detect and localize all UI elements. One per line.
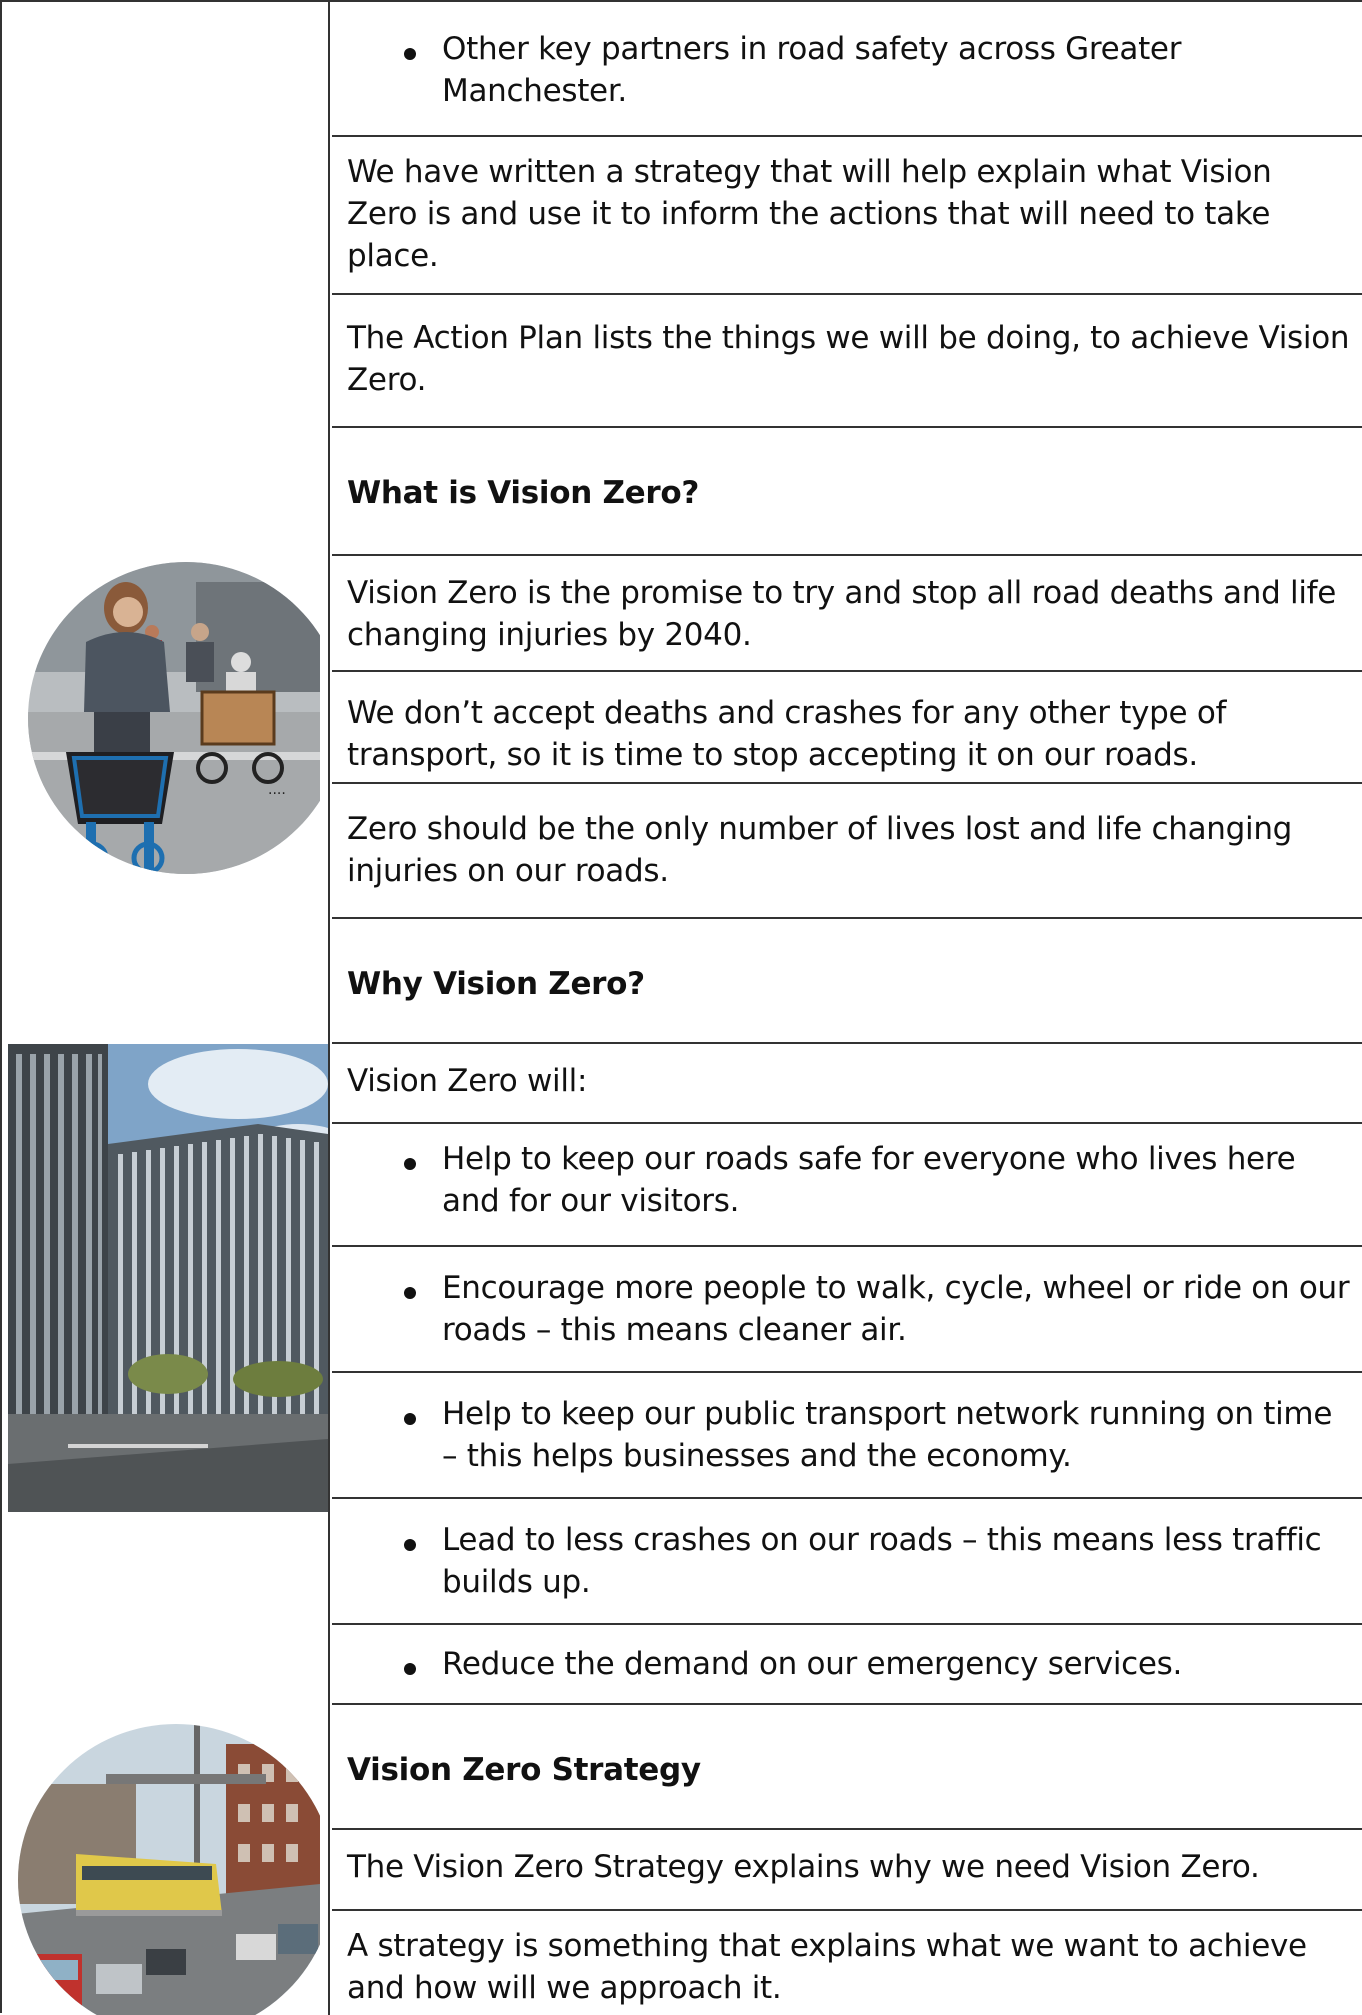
- section-heading: Vision Zero Strategy: [347, 1752, 701, 1788]
- section-heading-row: Vision Zero Strategy: [332, 1705, 1362, 1830]
- list-item: Help to keep our roads safe for everyone…: [332, 1124, 1362, 1247]
- row-text: Reduce the demand on our emergency servi…: [442, 1646, 1183, 1682]
- row-text: Help to keep our roads safe for everyone…: [442, 1141, 1296, 1219]
- image-column: ....: [2, 2, 330, 2015]
- row-text: We don’t accept deaths and crashes for a…: [347, 695, 1227, 773]
- list-item: Other key partners in road safety across…: [332, 2, 1362, 137]
- paragraph-row: Vision Zero is the promise to try and st…: [332, 556, 1362, 672]
- row-text: Help to keep our public transport networ…: [442, 1396, 1333, 1474]
- paragraph-row: We have written a strategy that will hel…: [332, 137, 1362, 295]
- row-text: Zero should be the only number of lives …: [347, 811, 1293, 889]
- tram-street-photo: [16, 1724, 320, 2015]
- row-text: We have written a strategy that will hel…: [347, 154, 1272, 274]
- paragraph-row: The Action Plan lists the things we will…: [332, 295, 1362, 428]
- row-text: Lead to less crashes on our roads – this…: [442, 1522, 1322, 1600]
- bullet-icon: [404, 1158, 416, 1170]
- row-text: Vision Zero is the promise to try and st…: [347, 575, 1337, 653]
- section-heading-row: What is Vision Zero?: [332, 428, 1362, 556]
- svg-text:....: ....: [268, 782, 286, 798]
- list-item: Lead to less crashes on our roads – this…: [332, 1499, 1362, 1625]
- list-item: Help to keep our public transport networ…: [332, 1373, 1362, 1499]
- row-text: Other key partners in road safety across…: [442, 31, 1182, 109]
- section-heading: Why Vision Zero?: [347, 966, 645, 1002]
- paragraph-row: The Vision Zero Strategy explains why we…: [332, 1830, 1362, 1911]
- list-item: Reduce the demand on our emergency servi…: [332, 1625, 1362, 1705]
- city-buildings-photo: [8, 1044, 328, 1512]
- bullet-icon: [404, 1413, 416, 1425]
- row-text: Vision Zero will:: [347, 1063, 588, 1099]
- row-text: The Vision Zero Strategy explains why we…: [347, 1849, 1260, 1885]
- bullet-icon: [404, 48, 416, 60]
- list-item: Encourage more people to walk, cycle, wh…: [332, 1247, 1362, 1373]
- paragraph-row: Vision Zero will:: [332, 1044, 1362, 1124]
- row-text: Encourage more people to walk, cycle, wh…: [442, 1270, 1350, 1348]
- cyclists-photo: ....: [16, 562, 320, 874]
- paragraph-row: A strategy is something that explains wh…: [332, 1911, 1362, 2015]
- paragraph-row: Zero should be the only number of lives …: [332, 784, 1362, 919]
- section-heading: What is Vision Zero?: [347, 475, 700, 511]
- paragraph-row: We don’t accept deaths and crashes for a…: [332, 672, 1362, 784]
- bullet-icon: [404, 1663, 416, 1675]
- section-heading-row: Why Vision Zero?: [332, 919, 1362, 1044]
- document-page: .... Other key partners in road safety a…: [0, 0, 1362, 2015]
- bullet-icon: [404, 1539, 416, 1551]
- row-text: A strategy is something that explains wh…: [347, 1928, 1307, 2006]
- row-text: The Action Plan lists the things we will…: [347, 320, 1350, 398]
- bullet-icon: [404, 1287, 416, 1299]
